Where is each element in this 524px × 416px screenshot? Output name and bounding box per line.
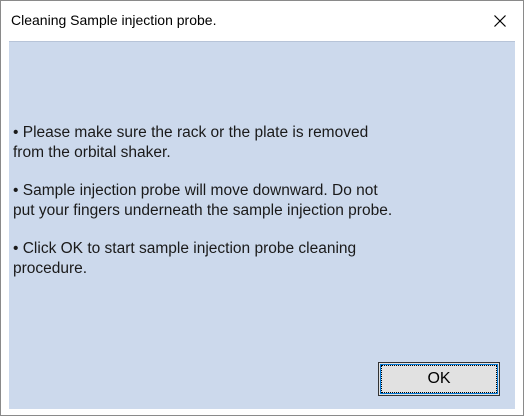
message-line: from the orbital shaker. [13,144,171,161]
window-title: Cleaning Sample injection probe. [11,12,217,28]
dialog-content: • Please make sure the rack or the plate… [9,41,515,409]
close-button[interactable] [477,1,523,41]
title-bar[interactable]: Cleaning Sample injection probe. [1,1,523,41]
close-icon [494,15,506,27]
message-probe-warning: • Sample injection probe will move downw… [13,181,483,221]
message-click-ok: • Click OK to start sample injection pro… [13,239,483,279]
message-line: • Sample injection probe will move downw… [13,182,378,199]
ok-button[interactable]: OK [378,362,500,396]
message-line: • Click OK to start sample injection pro… [13,240,357,257]
message-remove-rack: • Please make sure the rack or the plate… [13,123,483,163]
message-line: put your fingers underneath the sample i… [13,202,393,219]
message-line: • Please make sure the rack or the plate… [13,124,369,141]
message-line: procedure. [13,260,88,277]
dialog-window: Cleaning Sample injection probe. • Pleas… [0,0,524,416]
